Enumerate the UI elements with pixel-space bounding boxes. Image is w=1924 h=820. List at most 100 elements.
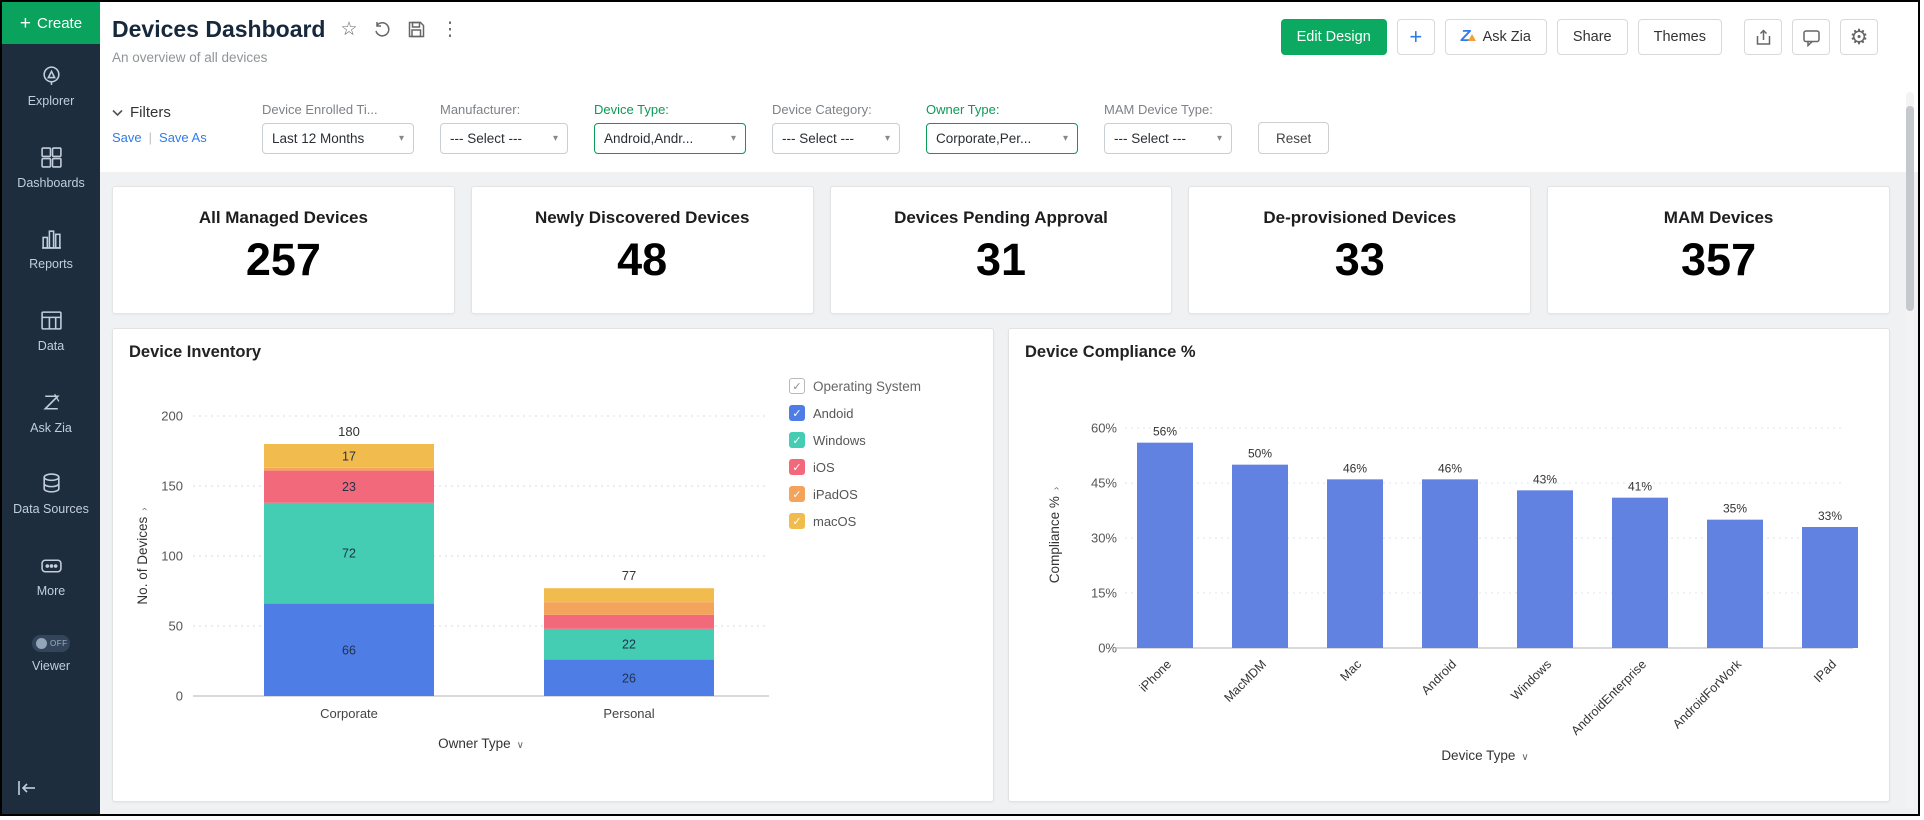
scrollbar-thumb[interactable] xyxy=(1906,106,1914,311)
svg-text:43%: 43% xyxy=(1533,472,1557,486)
more-options-kebab-icon[interactable]: ⋮ xyxy=(441,20,460,39)
save-icon[interactable] xyxy=(407,20,426,39)
top-actions: Edit Design + Z Ask Zia Share Themes ⚙ xyxy=(1280,16,1878,94)
svg-text:No. of Devices›: No. of Devices› xyxy=(135,507,150,604)
sidebar-item-data-sources[interactable]: Data Sources xyxy=(5,472,97,518)
legend-item-ipados[interactable]: ✓ iPadOS xyxy=(789,486,967,502)
legend-checkbox[interactable]: ✓ xyxy=(789,513,805,529)
legend-checkbox[interactable]: ✓ xyxy=(789,486,805,502)
sidebar-item-explorer[interactable]: Explorer xyxy=(5,64,97,110)
themes-button[interactable]: Themes xyxy=(1637,19,1722,55)
svg-text:100: 100 xyxy=(161,549,183,564)
reset-filters-button[interactable]: Reset xyxy=(1258,122,1330,154)
dashboards-icon xyxy=(40,146,62,168)
sidebar-nav: Explorer Dashboards Reports Data Ask Zia… xyxy=(2,44,100,675)
title-block: Devices Dashboard ☆ ⋮ An overview of all… xyxy=(112,16,460,94)
svg-text:50%: 50% xyxy=(1248,447,1272,461)
kpi-label: Newly Discovered Devices xyxy=(534,208,750,227)
panel-title: Device Inventory xyxy=(129,343,262,361)
legend-title-row[interactable]: ✓ Operating System xyxy=(789,378,967,394)
sidebar-item-data[interactable]: Data xyxy=(5,309,97,355)
svg-text:23: 23 xyxy=(342,480,356,494)
collapse-sidebar-button[interactable] xyxy=(16,779,38,802)
legend-item-android[interactable]: ✓ Andoid xyxy=(789,405,967,421)
viewer-off-toggle[interactable]: OFF xyxy=(32,635,70,653)
owner-type-select[interactable]: Corporate,Per... ▾ xyxy=(926,123,1078,154)
sidebar-item-viewer[interactable]: OFF Viewer xyxy=(5,635,97,675)
manufacturer-select[interactable]: --- Select --- ▾ xyxy=(440,123,568,154)
ask-zia-button[interactable]: Z Ask Zia xyxy=(1444,19,1547,55)
mam-device-type-select[interactable]: --- Select --- ▾ xyxy=(1104,123,1232,154)
filters-save-link[interactable]: Save xyxy=(112,130,142,145)
filter-value: --- Select --- xyxy=(450,131,522,146)
chart-legend: ✓ Operating System ✓ Andoid ✓ Windows ✓ … xyxy=(789,362,967,786)
kpi-card-mam-devices[interactable]: MAM Devices 357 xyxy=(1547,186,1890,314)
kpi-label: De-provisioned Devices xyxy=(1263,208,1457,227)
legend-item-ios[interactable]: ✓ iOS xyxy=(789,459,967,475)
legend-label: iPadOS xyxy=(813,486,858,502)
kpi-card-deprovisioned-devices[interactable]: De-provisioned Devices 33 xyxy=(1188,186,1532,314)
dashboard-body: All Managed Devices 257 Newly Discovered… xyxy=(100,172,1918,814)
legend-item-macos[interactable]: ✓ macOS xyxy=(789,513,967,529)
sidebar-item-ask-zia[interactable]: Ask Zia xyxy=(5,391,97,437)
share-button[interactable]: Share xyxy=(1556,19,1628,55)
legend-checkbox[interactable]: ✓ xyxy=(789,432,805,448)
main-area: Devices Dashboard ☆ ⋮ An overview of all… xyxy=(100,2,1918,814)
legend-item-windows[interactable]: ✓ Windows xyxy=(789,432,967,448)
sidebar-item-label: Reports xyxy=(29,257,73,272)
svg-text:15%: 15% xyxy=(1091,586,1117,601)
filter-label: Manufacturer: xyxy=(440,102,521,117)
sidebar-item-label: Viewer xyxy=(32,659,70,674)
device-compliance-panel: Device Compliance % 0% 15% 30% 45% 60% 56% iPh… xyxy=(1008,328,1890,802)
filter-bar: Filters Save | Save As Device Enrolled T… xyxy=(100,94,1918,172)
filters-save-as-link[interactable]: Save As xyxy=(159,130,207,145)
device-compliance-chart[interactable]: 0% 15% 30% 45% 60% 56% iPhone 50% MacMDM 46% Mac 46… xyxy=(1025,362,1870,786)
svg-text:50: 50 xyxy=(169,619,183,634)
sidebar-item-more[interactable]: More xyxy=(5,554,97,600)
svg-text:0: 0 xyxy=(176,689,183,704)
svg-text:45%: 45% xyxy=(1091,476,1117,491)
favorite-star-icon[interactable]: ☆ xyxy=(340,20,357,39)
device-enrolled-time-select[interactable]: Last 12 Months ▾ xyxy=(262,123,414,154)
export-button[interactable] xyxy=(1744,19,1782,55)
link-separator: | xyxy=(148,130,153,145)
sidebar-item-dashboards[interactable]: Dashboards xyxy=(5,146,97,192)
sidebar-item-reports[interactable]: Reports xyxy=(5,227,97,273)
vertical-scrollbar[interactable] xyxy=(1906,92,1914,808)
chevron-down-icon: ▾ xyxy=(1062,133,1068,144)
comment-icon xyxy=(1802,29,1820,47)
legend-checkbox[interactable]: ✓ xyxy=(789,405,805,421)
add-new-button[interactable]: + xyxy=(1396,19,1435,55)
device-inventory-chart[interactable]: 0 50 100 150 200 66 72 23 17 180 Corporate 26 22 77 Pe… xyxy=(129,362,789,786)
kpi-card-newly-discovered-devices[interactable]: Newly Discovered Devices 48 xyxy=(470,186,814,314)
legend-label: Andoid xyxy=(813,405,854,421)
sidebar-item-label: More xyxy=(36,583,66,598)
svg-text:56%: 56% xyxy=(1153,425,1177,439)
reports-icon xyxy=(41,230,61,249)
refresh-icon[interactable] xyxy=(373,20,392,39)
svg-text:22: 22 xyxy=(622,638,636,652)
kpi-card-devices-pending-approval[interactable]: Devices Pending Approval 31 xyxy=(829,186,1173,314)
top-bar: Devices Dashboard ☆ ⋮ An overview of all… xyxy=(100,2,1918,94)
device-type-select[interactable]: Android,Andr... ▾ xyxy=(594,123,746,154)
kpi-row: All Managed Devices 257 Newly Discovered… xyxy=(112,186,1890,314)
chevron-down-icon: ▾ xyxy=(552,133,558,144)
edit-design-button[interactable]: Edit Design xyxy=(1280,19,1387,55)
legend-label: Windows xyxy=(813,432,866,448)
chevron-down-icon: ▾ xyxy=(398,133,404,144)
filters-toggle[interactable]: Filters xyxy=(112,104,236,121)
sidebar-item-label: Explorer xyxy=(27,94,75,108)
create-button[interactable]: + Create xyxy=(2,2,100,44)
sidebar-item-label: Dashboards xyxy=(17,175,85,190)
create-label: Create xyxy=(37,14,83,32)
legend-checkbox[interactable]: ✓ xyxy=(789,459,805,475)
kpi-card-all-managed-devices[interactable]: All Managed Devices 257 xyxy=(112,186,455,314)
comments-button[interactable] xyxy=(1792,19,1830,55)
filter-label: MAM Device Type: xyxy=(1104,102,1213,117)
settings-button[interactable]: ⚙ xyxy=(1840,19,1878,55)
legend-title-checkbox[interactable]: ✓ xyxy=(789,378,805,394)
device-category-select[interactable]: --- Select --- ▾ xyxy=(772,123,900,154)
device-inventory-panel: Device Inventory 0 50 100 150 200 66 72 23 17 180… xyxy=(112,328,994,802)
kpi-label: All Managed Devices xyxy=(198,208,368,227)
filter-value: Last 12 Months xyxy=(272,131,365,146)
